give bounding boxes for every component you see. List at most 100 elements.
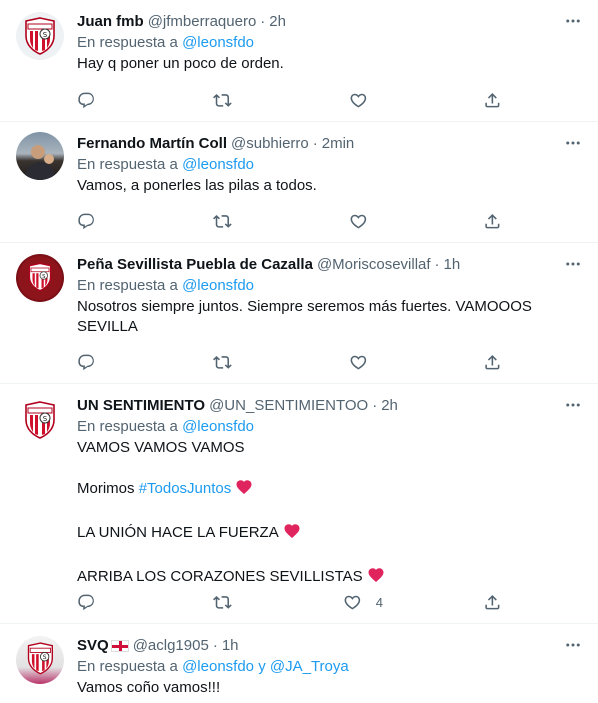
like-button[interactable]: 4 <box>343 592 383 612</box>
heart-icon[interactable] <box>349 90 368 110</box>
display-name[interactable]: SVQ <box>77 636 109 656</box>
retweet-icon[interactable] <box>213 592 232 612</box>
display-name[interactable]: UN SENTIMIENTO <box>77 396 205 416</box>
display-name[interactable]: Juan fmb <box>77 12 144 32</box>
reply-prefix: En respuesta a <box>77 156 178 173</box>
tweet[interactable]: UN SENTIMIENTO @UN_SENTIMIENTOO · 2h En … <box>0 384 598 624</box>
more-icon[interactable] <box>558 390 588 420</box>
heart-icon[interactable] <box>349 211 368 231</box>
tweet-header: Fernando Martín Coll @subhierro · 2min <box>77 134 582 154</box>
reply-prefix: En respuesta a <box>77 277 178 294</box>
timestamp[interactable]: 1h <box>222 636 239 656</box>
user-handle[interactable]: @subhierro <box>231 134 309 154</box>
tweet[interactable]: SVQ @aclg1905 · 1h En respuesta a @leons… <box>0 624 598 703</box>
sevilla-crest-icon <box>16 12 64 60</box>
hashtag-link[interactable]: #TodosJuntos <box>139 480 232 497</box>
red-heart-icon <box>283 522 301 546</box>
avatar[interactable] <box>16 12 64 60</box>
share-icon[interactable] <box>483 592 502 612</box>
profile-photo-icon <box>24 145 56 180</box>
tweet-line: ARRIBA LOS CORAZONES SEVILLISTAS <box>77 566 582 590</box>
retweet-icon[interactable] <box>213 90 232 110</box>
reply-prefix: En respuesta a <box>77 418 178 435</box>
separator-dot: · <box>434 256 440 273</box>
tweet-text: Vamos, a ponerles las pilas a todos. <box>77 177 317 194</box>
england-flag-icon <box>110 640 129 652</box>
separator-dot: · <box>212 637 218 654</box>
reply-mention[interactable]: @leonsfdo <box>182 277 254 294</box>
heart-icon[interactable] <box>343 593 362 612</box>
action-bar <box>77 352 512 372</box>
tweet-header: Juan fmb @jfmberraquero · 2h <box>77 12 582 32</box>
tweet-header: Peña Sevillista Puebla de Cazalla @Moris… <box>77 255 582 275</box>
reply-mention[interactable]: @leonsfdo <box>182 658 254 675</box>
timestamp[interactable]: 2h <box>269 12 286 32</box>
reply-mention-2[interactable]: @JA_Troya <box>270 658 349 675</box>
tweet-text: VAMOS VAMOS VAMOS Morimos #TodosJuntos L… <box>77 438 582 590</box>
more-icon[interactable] <box>558 128 588 158</box>
reply-context: En respuesta a @leonsfdo y @JA_Troya <box>77 657 582 677</box>
reply-prefix: En respuesta a <box>77 34 178 51</box>
timestamp[interactable]: 2h <box>381 396 398 416</box>
tweet-header: UN SENTIMIENTO @UN_SENTIMIENTOO · 2h <box>77 396 582 416</box>
more-icon[interactable] <box>558 6 588 36</box>
tweet-line-text: ARRIBA LOS CORAZONES SEVILLISTAS <box>77 568 363 585</box>
avatar[interactable] <box>16 254 64 302</box>
tweet-text: Nosotros siempre juntos. Siempre seremos… <box>77 298 532 335</box>
reply-context: En respuesta a @leonsfdo <box>77 417 582 437</box>
reply-icon[interactable] <box>77 90 96 110</box>
share-icon[interactable] <box>483 211 502 231</box>
tweet-text: Vamos coño vamos!!! <box>77 679 221 696</box>
timestamp[interactable]: 1h <box>444 255 461 275</box>
reply-mention[interactable]: @leonsfdo <box>182 34 254 51</box>
retweet-icon[interactable] <box>213 211 232 231</box>
action-bar: 4 <box>77 592 512 612</box>
separator-dot: · <box>372 397 378 414</box>
share-icon[interactable] <box>483 352 502 372</box>
user-handle[interactable]: @jfmberraquero <box>148 12 257 32</box>
tweet-line: VAMOS VAMOS VAMOS <box>77 439 245 456</box>
tweet[interactable]: Fernando Martín Coll @subhierro · 2min E… <box>0 122 598 243</box>
reply-icon[interactable] <box>77 211 96 231</box>
separator-dot: · <box>260 13 266 30</box>
tweet[interactable]: Peña Sevillista Puebla de Cazalla @Moris… <box>0 243 598 384</box>
tweet[interactable]: Juan fmb @jfmberraquero · 2h En respuest… <box>0 0 598 122</box>
user-handle[interactable]: @UN_SENTIMIENTOO <box>209 396 368 416</box>
tweet-line: LA UNIÓN HACE LA FUERZA <box>77 522 582 546</box>
red-heart-icon <box>235 478 253 502</box>
reply-feed: Juan fmb @jfmberraquero · 2h En respuest… <box>0 0 598 703</box>
reply-mention[interactable]: @leonsfdo <box>182 418 254 435</box>
avatar[interactable] <box>16 396 64 444</box>
sevilla-crest-icon <box>18 256 62 300</box>
reply-prefix: En respuesta a <box>77 658 178 675</box>
reply-context: En respuesta a @leonsfdo <box>77 276 582 296</box>
more-icon[interactable] <box>558 249 588 279</box>
timestamp[interactable]: 2min <box>322 134 355 154</box>
action-bar <box>77 211 512 231</box>
reply-icon[interactable] <box>77 352 96 372</box>
display-name[interactable]: Fernando Martín Coll <box>77 134 227 154</box>
heart-icon[interactable] <box>349 352 368 372</box>
action-bar <box>77 90 512 110</box>
more-icon[interactable] <box>558 630 588 660</box>
red-heart-icon <box>367 566 385 590</box>
tweet-header: SVQ @aclg1905 · 1h <box>77 636 582 656</box>
reply-joiner: y <box>258 658 266 675</box>
tweet-line-text: LA UNIÓN HACE LA FUERZA <box>77 524 279 541</box>
sevilla-crest-icon <box>16 636 64 684</box>
sevilla-crest-icon <box>16 396 64 444</box>
reply-icon[interactable] <box>77 592 96 612</box>
reply-context: En respuesta a @leonsfdo <box>77 33 582 53</box>
user-handle[interactable]: @Moriscosevillaf <box>317 255 431 275</box>
separator-dot: · <box>312 135 318 152</box>
reply-mention[interactable]: @leonsfdo <box>182 156 254 173</box>
user-handle[interactable]: @aclg1905 <box>133 636 209 656</box>
avatar[interactable] <box>16 636 64 684</box>
tweet-text: Hay q poner un poco de orden. <box>77 55 284 72</box>
display-name[interactable]: Peña Sevillista Puebla de Cazalla <box>77 255 313 275</box>
retweet-icon[interactable] <box>213 352 232 372</box>
tweet-line: Morimos #TodosJuntos <box>77 478 582 502</box>
like-count: 4 <box>375 594 383 610</box>
avatar[interactable] <box>16 132 64 180</box>
share-icon[interactable] <box>483 90 502 110</box>
